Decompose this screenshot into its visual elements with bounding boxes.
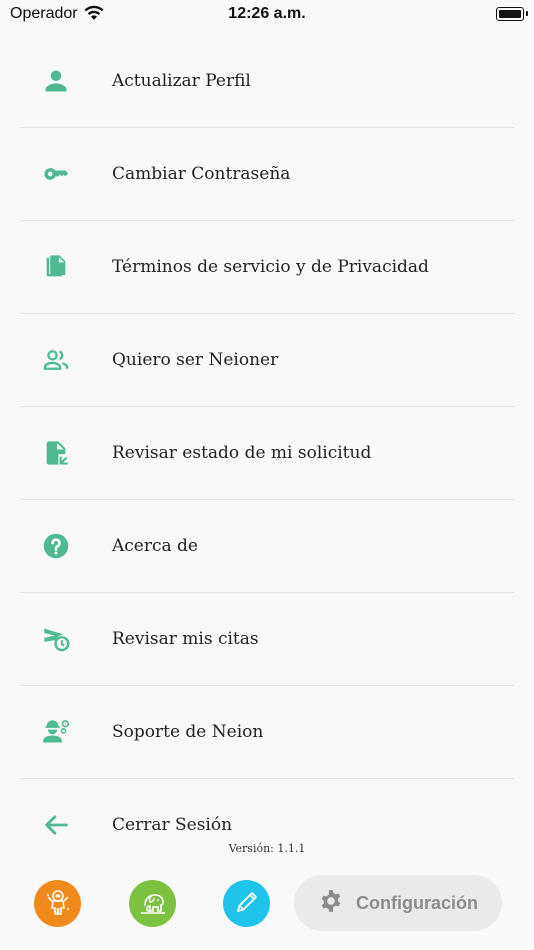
key-icon [20, 160, 92, 188]
astronaut-button[interactable] [34, 880, 81, 927]
configuration-tab[interactable]: Configuración [294, 875, 502, 931]
version-label: Versión: 1.1.1 [228, 842, 306, 855]
people-icon [20, 346, 92, 374]
menu-item-logout[interactable]: Cerrar Sesión [20, 779, 514, 871]
menu-item-about[interactable]: Acerca de [20, 500, 514, 593]
menu-item-label: Cerrar Sesión [112, 815, 233, 835]
battery-icon [496, 7, 528, 21]
menu-item-become-neioner[interactable]: Quiero ser Neioner [20, 314, 514, 407]
menu-item-label: Revisar mis citas [112, 629, 259, 649]
elephant-button[interactable] [129, 880, 176, 927]
menu-item-label: Quiero ser Neioner [112, 350, 279, 370]
elephant-icon [138, 887, 168, 921]
menu-item-terms-privacy[interactable]: Términos de servicio y de Privacidad [20, 221, 514, 314]
settings-menu: Actualizar Perfil Cambiar Contraseña Tér… [20, 35, 514, 871]
help-circle-icon [20, 532, 92, 560]
menu-item-change-password[interactable]: Cambiar Contraseña [20, 128, 514, 221]
pencil-icon [232, 887, 262, 921]
menu-item-update-profile[interactable]: Actualizar Perfil [20, 35, 514, 128]
menu-item-label: Revisar estado de mi solicitud [112, 443, 372, 463]
scheduled-send-icon [20, 625, 92, 653]
file-status-icon [20, 439, 92, 467]
arrow-back-icon [20, 811, 92, 839]
menu-item-support[interactable]: Soporte de Neion [20, 686, 514, 779]
bottom-nav: Configuración [0, 874, 534, 934]
menu-item-my-appointments[interactable]: Revisar mis citas [20, 593, 514, 686]
person-icon [20, 67, 92, 95]
documents-icon [20, 253, 92, 281]
configuration-label: Configuración [356, 892, 478, 913]
gear-icon [318, 888, 356, 919]
menu-item-label: Cambiar Contraseña [112, 164, 291, 184]
astronaut-icon [43, 887, 73, 921]
engineer-icon [20, 718, 92, 746]
menu-item-label: Soporte de Neion [112, 722, 264, 742]
menu-item-label: Acerca de [112, 536, 198, 556]
menu-item-check-application[interactable]: Revisar estado de mi solicitud [20, 407, 514, 500]
status-bar: Operador 12:26 a.m. [0, 0, 534, 28]
menu-item-label: Actualizar Perfil [112, 71, 251, 91]
menu-item-label: Términos de servicio y de Privacidad [112, 257, 429, 277]
pencil-button[interactable] [223, 880, 270, 927]
clock: 12:26 a.m. [228, 5, 306, 22]
